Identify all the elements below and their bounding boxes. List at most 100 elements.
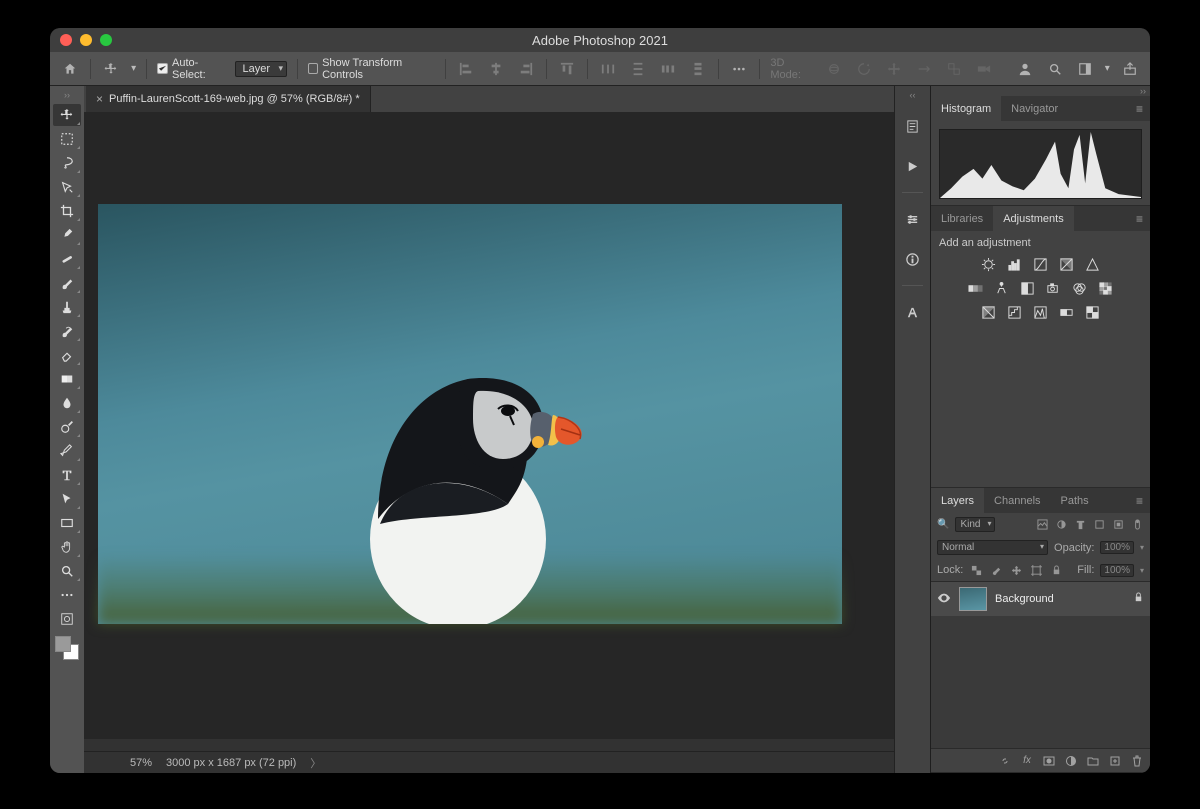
workspace-icon[interactable] — [1075, 58, 1095, 80]
close-tab-icon[interactable]: × — [96, 92, 103, 106]
zoom-button[interactable] — [100, 34, 112, 46]
move-tool[interactable] — [53, 104, 81, 126]
align-left-edges-icon[interactable] — [456, 58, 476, 80]
tab-adjustments[interactable]: Adjustments — [993, 206, 1074, 231]
layer-style-icon[interactable]: fx — [1020, 754, 1034, 768]
history-panel-icon[interactable] — [899, 112, 927, 140]
filter-pixel-icon[interactable] — [1035, 518, 1049, 532]
filter-toggle-icon[interactable] — [1130, 518, 1144, 532]
eraser-tool[interactable] — [53, 344, 81, 366]
share-icon[interactable] — [1120, 58, 1140, 80]
home-button[interactable] — [60, 58, 80, 80]
black-white-icon[interactable] — [1019, 279, 1037, 297]
group-layers-icon[interactable] — [1086, 754, 1100, 768]
panel-menu-icon[interactable]: ≡ — [1130, 102, 1150, 116]
gradient-map-icon[interactable] — [1058, 303, 1076, 321]
new-layer-icon[interactable] — [1108, 754, 1122, 768]
info-panel-icon[interactable] — [899, 245, 927, 273]
delete-layer-icon[interactable] — [1130, 754, 1144, 768]
canvas-viewport[interactable] — [84, 112, 894, 751]
3d-orbit-icon[interactable] — [824, 58, 844, 80]
layer-mask-icon[interactable] — [1042, 754, 1056, 768]
filter-shape-icon[interactable] — [1092, 518, 1106, 532]
tab-paths[interactable]: Paths — [1051, 488, 1099, 513]
opacity-field[interactable]: 100% — [1100, 541, 1134, 554]
move-tool-icon[interactable] — [101, 58, 121, 80]
histogram-graph[interactable] — [939, 129, 1142, 199]
lock-artboard-icon[interactable] — [1029, 563, 1043, 577]
more-options-icon[interactable] — [729, 58, 749, 80]
auto-select-dropdown[interactable]: Layer — [235, 61, 287, 77]
filter-type-icon[interactable] — [1073, 518, 1087, 532]
foreground-color-swatch[interactable] — [55, 636, 71, 652]
tab-libraries[interactable]: Libraries — [931, 206, 993, 231]
horizontal-scrollbar[interactable] — [84, 739, 894, 751]
history-brush-tool[interactable] — [53, 320, 81, 342]
lasso-tool[interactable] — [53, 152, 81, 174]
image-canvas[interactable] — [98, 204, 842, 624]
hand-tool[interactable] — [53, 536, 81, 558]
vibrance-icon[interactable] — [1084, 255, 1102, 273]
3d-slide-icon[interactable] — [914, 58, 934, 80]
blur-tool[interactable] — [53, 392, 81, 414]
levels-icon[interactable] — [1006, 255, 1024, 273]
filter-smart-icon[interactable] — [1111, 518, 1125, 532]
adjustment-layer-icon[interactable] — [1064, 754, 1078, 768]
zoom-tool[interactable] — [53, 560, 81, 582]
channel-mixer-icon[interactable] — [1071, 279, 1089, 297]
link-layers-icon[interactable] — [998, 754, 1012, 768]
brush-tool[interactable] — [53, 272, 81, 294]
3d-pan-icon[interactable] — [884, 58, 904, 80]
3d-camera-icon[interactable] — [974, 58, 994, 80]
tab-navigator[interactable]: Navigator — [1001, 96, 1068, 121]
marquee-tool[interactable] — [53, 128, 81, 150]
layer-visibility-icon[interactable] — [937, 591, 951, 608]
type-tool[interactable] — [53, 464, 81, 486]
hue-saturation-icon[interactable] — [967, 279, 985, 297]
collapse-toggle-icon[interactable]: ›› — [931, 86, 1150, 96]
quick-mask-icon[interactable] — [53, 608, 81, 630]
lock-position-icon[interactable] — [1009, 563, 1023, 577]
rectangle-tool[interactable] — [53, 512, 81, 534]
panel-menu-icon[interactable]: ≡ — [1130, 212, 1150, 226]
gradient-tool[interactable] — [53, 368, 81, 390]
color-balance-icon[interactable] — [993, 279, 1011, 297]
3d-rotate-icon[interactable] — [854, 58, 874, 80]
dodge-tool[interactable] — [53, 416, 81, 438]
exposure-icon[interactable] — [1058, 255, 1076, 273]
tab-histogram[interactable]: Histogram — [931, 96, 1001, 121]
layer-row[interactable]: Background — [931, 582, 1150, 616]
brightness-contrast-icon[interactable] — [980, 255, 998, 273]
posterize-icon[interactable] — [1006, 303, 1024, 321]
close-button[interactable] — [60, 34, 72, 46]
layer-locked-icon[interactable] — [1133, 592, 1144, 606]
align-right-edges-icon[interactable] — [516, 58, 536, 80]
chevron-down-icon[interactable]: ▾ — [131, 63, 136, 74]
healing-brush-tool[interactable] — [53, 248, 81, 270]
user-icon[interactable] — [1014, 58, 1034, 80]
filter-type-select[interactable]: Kind — [955, 517, 995, 532]
pen-tool[interactable] — [53, 440, 81, 462]
actions-panel-icon[interactable] — [899, 152, 927, 180]
auto-select-checkbox[interactable]: Auto-Select: — [157, 57, 225, 81]
clone-stamp-tool[interactable] — [53, 296, 81, 318]
collapse-toggle-icon[interactable]: ‹‹ — [910, 90, 916, 100]
minimize-button[interactable] — [80, 34, 92, 46]
edit-toolbar-icon[interactable] — [53, 584, 81, 606]
layer-name[interactable]: Background — [995, 593, 1125, 605]
curves-icon[interactable] — [1032, 255, 1050, 273]
blend-mode-select[interactable]: Normal — [937, 540, 1048, 555]
distribute-space-v-icon[interactable] — [688, 58, 708, 80]
tab-layers[interactable]: Layers — [931, 488, 984, 513]
invert-icon[interactable] — [980, 303, 998, 321]
path-selection-tool[interactable] — [53, 488, 81, 510]
expand-toggle-icon[interactable]: ›› — [64, 90, 70, 100]
align-horizontal-centers-icon[interactable] — [486, 58, 506, 80]
selective-color-icon[interactable] — [1084, 303, 1102, 321]
3d-scale-icon[interactable] — [944, 58, 964, 80]
lock-transparency-icon[interactable] — [969, 563, 983, 577]
tab-channels[interactable]: Channels — [984, 488, 1050, 513]
zoom-level[interactable]: 57% — [130, 757, 152, 769]
lock-all-icon[interactable] — [1049, 563, 1063, 577]
distribute-space-h-icon[interactable] — [658, 58, 678, 80]
